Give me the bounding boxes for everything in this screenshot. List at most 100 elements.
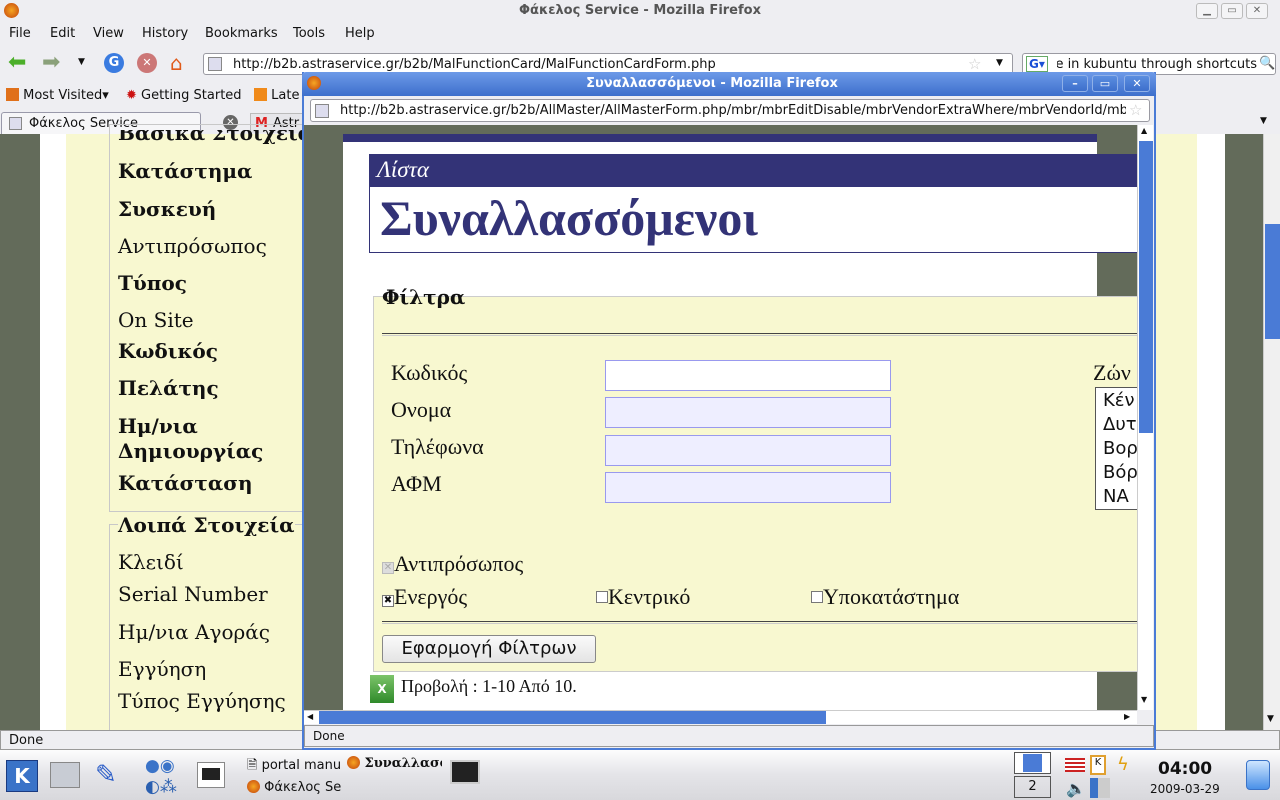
legend-other: Λοιπά Στοιχεία	[118, 513, 295, 537]
excel-export-icon[interactable]: X	[370, 675, 394, 703]
home-icon[interactable]: ⌂	[170, 51, 183, 75]
bookmark-latest[interactable]: Late	[254, 88, 299, 103]
menu-view[interactable]: View	[93, 26, 124, 41]
quicklaunch-icon[interactable]: ●◉	[145, 756, 175, 776]
document-icon: 🗎	[247, 758, 258, 773]
scroll-up-arrow[interactable]: ▲	[1141, 126, 1147, 135]
task-fakelos[interactable]: Φάκελος Se	[247, 780, 342, 795]
apply-filters-button[interactable]: Εφαρμογή Φίλτρων	[382, 635, 596, 663]
popup-horizontal-scrollbar[interactable]: ◀ ▶	[304, 710, 1137, 724]
firefox-icon	[247, 780, 260, 793]
field-label: Ημ/νια Αγοράς	[118, 620, 270, 644]
pager-desktop-1[interactable]	[1014, 752, 1051, 774]
zone-option[interactable]: Βορ	[1103, 437, 1137, 461]
popup-vertical-scrollbar[interactable]: ▲ ▼	[1137, 125, 1153, 710]
popup-close-button[interactable]: ✕	[1124, 75, 1150, 92]
terminal-icon[interactable]	[450, 760, 480, 784]
menu-help[interactable]: Help	[345, 26, 375, 41]
scroll-right-arrow[interactable]: ▶	[1124, 712, 1130, 721]
popup-titlebar[interactable]: Συναλλασσόμενοι - Mozilla Firefox – ▭ ✕	[302, 72, 1156, 96]
checkbox-kentriko[interactable]: Κεντρικό	[596, 584, 690, 610]
konsole-icon[interactable]	[197, 762, 225, 788]
volume-icon[interactable]: 🔈	[1066, 779, 1086, 798]
checkbox-icon: ✖	[382, 595, 394, 607]
scroll-left-arrow[interactable]: ◀	[307, 712, 313, 721]
power-icon[interactable]: ϟ	[1117, 754, 1129, 775]
field-label: Κατάσταση	[118, 471, 253, 495]
firefox-icon	[347, 756, 360, 769]
menu-file[interactable]: File	[9, 26, 31, 41]
menu-bookmarks[interactable]: Bookmarks	[205, 26, 278, 41]
clock-time[interactable]: 04:00	[1158, 759, 1212, 779]
history-dropdown-icon[interactable]: ▼	[78, 57, 85, 67]
checkbox-icon	[596, 591, 608, 603]
tab-site-icon	[9, 117, 22, 130]
code-input[interactable]	[605, 360, 891, 391]
clock-date[interactable]: 2009-03-29	[1150, 782, 1220, 796]
menu-history[interactable]: History	[142, 26, 188, 41]
field-label: Εγγύηση	[118, 657, 207, 681]
scroll-down-arrow[interactable]: ▼	[1267, 714, 1274, 724]
bookmark-star-icon[interactable]: ☆	[1129, 101, 1142, 119]
zone-option[interactable]: Βόρ	[1103, 461, 1137, 485]
minimize-button[interactable]: ▁	[1196, 3, 1218, 19]
trash-icon[interactable]	[1246, 760, 1270, 790]
maximize-button[interactable]: ▭	[1221, 3, 1243, 19]
search-text: e in kubuntu through shortcuts	[1057, 57, 1257, 72]
bookmark-getting-started[interactable]: ✹ Getting Started	[126, 88, 242, 103]
site-icon	[208, 57, 222, 71]
system-icon[interactable]	[50, 762, 80, 788]
scroll-thumb[interactable]	[1139, 141, 1153, 433]
zone-option[interactable]: NA	[1103, 485, 1137, 509]
checkbox-ypokatastima[interactable]: Υποκατάστημα	[811, 584, 959, 610]
phones-input[interactable]	[605, 435, 891, 466]
tab-list-icon[interactable]: ▼	[1260, 116, 1267, 126]
popup-maximize-button[interactable]: ▭	[1092, 75, 1118, 92]
name-label: Ονομα	[391, 397, 452, 422]
zone-listbox[interactable]: Κέν Δυτ Βορ Βόρ NA	[1095, 387, 1137, 510]
scroll-thumb[interactable]	[1265, 224, 1280, 339]
klipper-icon[interactable]: K	[1090, 755, 1106, 775]
checkbox-energos[interactable]: ✖Ενεργός	[382, 584, 467, 610]
bookmark-most-visited[interactable]: Most Visited▾	[6, 88, 109, 103]
checkbox-antiprosopos[interactable]: ✕Αντιπρόσωπος	[382, 551, 523, 577]
main-vertical-scrollbar[interactable]: ▼	[1263, 134, 1280, 730]
us-flag-icon[interactable]	[1065, 758, 1085, 772]
kate-icon[interactable]: ✎	[95, 760, 117, 790]
forward-icon[interactable]: ➡	[42, 52, 60, 74]
popup-url-bar[interactable]: http://b2b.astraservice.gr/b2b/AllMaster…	[310, 99, 1150, 122]
popup-url-text: http://b2b.astraservice.gr/b2b/AllMaster…	[340, 103, 1126, 118]
scroll-thumb[interactable]	[319, 711, 826, 724]
search-icon[interactable]: 🔍	[1259, 56, 1275, 71]
google-engine-icon[interactable]: G▾	[1026, 56, 1048, 72]
kde-menu-icon[interactable]: K	[6, 760, 38, 792]
pager-desktop-2[interactable]: 2	[1014, 776, 1051, 798]
popup-title: Συναλλασσόμενοι - Mozilla Firefox	[586, 76, 838, 91]
checkbox-icon: ✕	[382, 562, 394, 574]
network-signal-icon[interactable]	[1090, 778, 1110, 798]
close-button[interactable]: ✕	[1246, 3, 1268, 19]
stop-icon[interactable]: ✕	[137, 53, 157, 73]
afm-label: ΑΦΜ	[391, 471, 442, 496]
task-synallassomenoi[interactable]: Συναλλασσ	[347, 756, 442, 771]
url-dropdown-icon[interactable]: ▼	[996, 58, 1003, 68]
field-label: Δημιουργίας	[118, 439, 264, 463]
field-label: Τύπος Εγγύησης	[118, 689, 286, 713]
quicklaunch-icon[interactable]: ◐⁂	[145, 777, 177, 797]
zone-option[interactable]: Κέν	[1103, 389, 1137, 413]
field-label: Serial Number	[118, 582, 268, 606]
menu-edit[interactable]: Edit	[50, 26, 75, 41]
scroll-down-arrow[interactable]: ▼	[1141, 695, 1147, 704]
name-input[interactable]	[605, 397, 891, 428]
afm-input[interactable]	[605, 472, 891, 503]
main-titlebar: Φάκελος Service - Mozilla Firefox ▁ ▭ ✕	[0, 0, 1280, 22]
zone-option[interactable]: Δυτ	[1103, 413, 1137, 437]
back-icon[interactable]: ⬅	[8, 52, 26, 74]
bookmark-star-icon[interactable]: ☆	[968, 55, 981, 73]
menu-tools[interactable]: Tools	[293, 26, 325, 41]
field-label: Ημ/νια	[118, 414, 198, 438]
reload-icon[interactable]: G	[104, 53, 124, 73]
popup-minimize-button[interactable]: –	[1062, 75, 1088, 92]
task-portal[interactable]: 🗎 portal manu	[247, 756, 342, 778]
field-label: Κλειδί	[118, 550, 184, 574]
